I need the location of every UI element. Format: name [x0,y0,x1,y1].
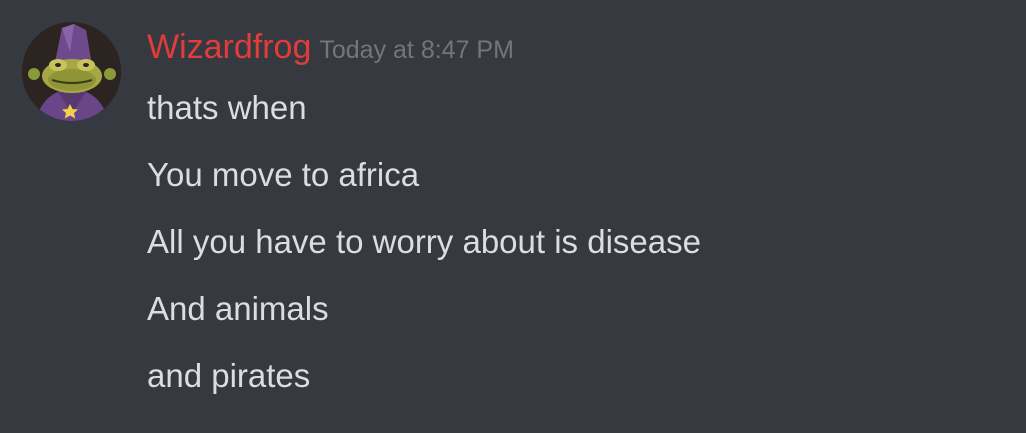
chat-message: Wizardfrog Today at 8:47 PM thats when Yo… [0,0,1026,433]
avatar[interactable] [22,22,121,121]
message-line: thats when [147,89,307,126]
message-header: Wizardfrog Today at 8:47 PM [147,24,514,70]
wizard-frog-avatar-icon [22,22,121,121]
author-name[interactable]: Wizardfrog [147,28,311,66]
message-line: And animals [147,290,329,327]
message-line: You move to africa [147,156,420,193]
message-line: and pirates [147,357,311,394]
message-timestamp: Today at 8:47 PM [319,36,514,64]
message-line: All you have to worry about is disease [147,223,701,260]
